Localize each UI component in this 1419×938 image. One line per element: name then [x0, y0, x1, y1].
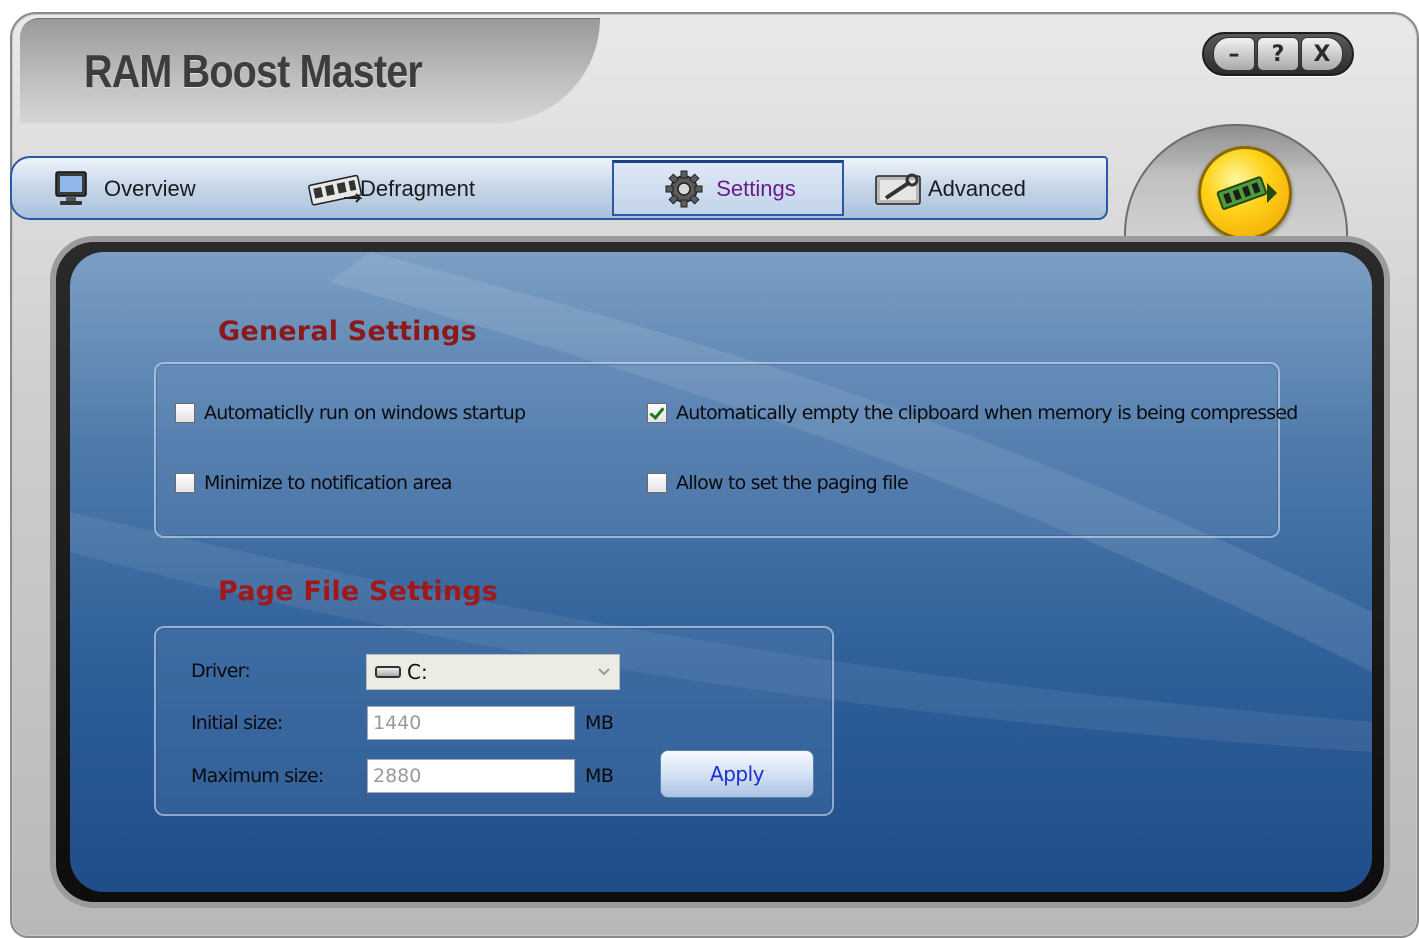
driver-select[interactable]: C:	[366, 654, 620, 690]
general-settings-group	[154, 362, 1280, 538]
memory-chips-icon	[304, 168, 363, 210]
chevron-down-icon[interactable]	[593, 659, 615, 685]
notification-area-checkbox[interactable]	[175, 473, 195, 493]
tab-overview-label: Overview	[104, 176, 196, 201]
memory-chip-go-icon	[1216, 176, 1277, 210]
startup-option[interactable]: Automaticlly run on windows startup	[175, 402, 526, 424]
tab-advanced-label: Advanced	[928, 176, 1026, 201]
minimize-button[interactable]: –	[1213, 37, 1255, 71]
notification-area-label: Minimize to notification area	[204, 472, 452, 494]
go-button[interactable]	[1198, 146, 1292, 240]
drive-icon	[375, 666, 401, 678]
tab-defragment[interactable]: Defragment	[304, 164, 475, 214]
app-title: RAM Boost Master	[84, 45, 423, 97]
maximum-size-unit: MB	[585, 765, 614, 787]
page-file-settings-heading: Page File Settings	[218, 576, 499, 607]
maximum-size-input[interactable]: 2880	[367, 759, 575, 793]
paging-file-option[interactable]: Allow to set the paging file	[647, 472, 909, 494]
paging-file-checkbox[interactable]	[647, 473, 667, 493]
apply-button[interactable]: Apply	[660, 750, 814, 798]
initial-size-input[interactable]: 1440	[367, 706, 575, 740]
tab-settings[interactable]: Settings	[612, 160, 844, 216]
clipboard-option[interactable]: Automatically empty the clipboard when m…	[647, 402, 1298, 424]
notification-area-option[interactable]: Minimize to notification area	[175, 472, 452, 494]
paging-file-label: Allow to set the paging file	[676, 472, 909, 494]
driver-value: C:	[407, 660, 428, 684]
maximum-size-label: Maximum size:	[191, 765, 324, 787]
help-button[interactable]: ?	[1257, 37, 1299, 71]
tab-defragment-label: Defragment	[360, 176, 475, 201]
window-controls: – ? X	[1202, 32, 1354, 76]
clipboard-label: Automatically empty the clipboard when m…	[676, 402, 1298, 424]
initial-size-unit: MB	[585, 712, 614, 734]
monitor-icon	[48, 168, 98, 210]
tab-advanced[interactable]: Advanced	[872, 164, 1026, 214]
startup-label: Automaticlly run on windows startup	[204, 402, 526, 424]
startup-checkbox[interactable]	[175, 403, 195, 423]
clipboard-checkbox[interactable]	[647, 403, 667, 423]
close-button[interactable]: X	[1301, 37, 1343, 71]
initial-size-label: Initial size:	[191, 712, 283, 734]
tab-bar: Overview Defragment Settings Advanced	[10, 156, 1108, 220]
gear-icon	[660, 168, 710, 210]
general-settings-heading: General Settings	[218, 316, 477, 347]
wrench-tool-icon	[872, 168, 922, 210]
tab-settings-label: Settings	[716, 175, 796, 201]
driver-label: Driver:	[191, 660, 251, 682]
tab-overview[interactable]: Overview	[48, 164, 196, 214]
